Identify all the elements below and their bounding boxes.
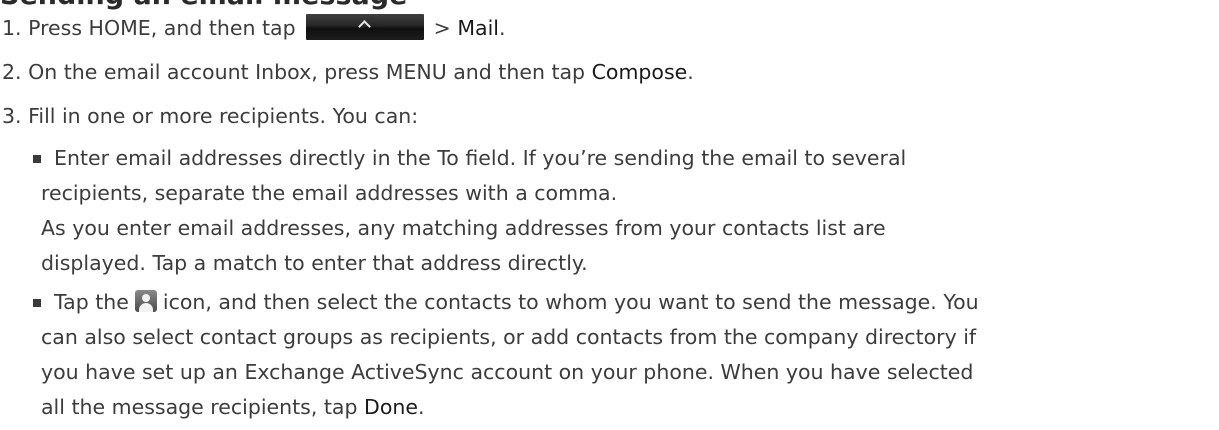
step-1-period: .: [498, 16, 506, 40]
bullet-1-line-3: As you enter email addresses, any matchi…: [41, 216, 886, 240]
bullet-1-line-1: Enter email addresses directly in the To…: [54, 146, 907, 170]
chevron-up-icon: [357, 20, 371, 33]
page-heading: Sending an email message: [0, 0, 407, 12]
step-1-target-mail: Mail: [457, 16, 499, 40]
bullet-marker: [33, 299, 41, 307]
all-apps-tab-button: [305, 14, 424, 40]
bullet-1-line-4: displayed. Tap a match to enter that add…: [41, 251, 588, 275]
step-2-period: .: [687, 60, 694, 84]
step-2: 2. On the email account Inbox, press MEN…: [2, 57, 694, 87]
bullet-2-line-4-text: all the message recipients, tap: [41, 395, 365, 419]
step-2-text: 2. On the email account Inbox, press MEN…: [2, 60, 592, 84]
bullet-2-line-1-before: Tap the: [54, 290, 129, 314]
contact-person-icon: [134, 290, 157, 312]
bullet-2-line-1-after: icon, and then select the contacts to wh…: [162, 290, 979, 314]
bullet-2-line-4: all the message recipients, tap Done.: [41, 392, 425, 422]
step-2-target-compose: Compose: [591, 60, 688, 84]
step-1-text: 1. Press HOME, and then tap: [2, 16, 296, 40]
step-3: 3. Fill in one or more recipients. You c…: [2, 101, 418, 131]
bullet-2-line-2: can also select contact groups as recipi…: [41, 325, 977, 349]
bullet-2-target-done: Done: [364, 395, 418, 419]
bullet-2-line-4-period: .: [417, 395, 425, 419]
bullet-2-line-3: you have set up an Exchange ActiveSync a…: [41, 360, 974, 384]
bullet-2-line-1: Tap the icon, and then select the contact…: [54, 287, 979, 317]
step-1-arrow: >: [433, 16, 458, 40]
step-3-text: 3. Fill in one or more recipients. You c…: [2, 104, 419, 128]
bullet-1-line-2: recipients, separate the email addresses…: [41, 181, 618, 205]
step-1: 1. Press HOME, and then tap > Mail.: [2, 13, 506, 43]
bullet-marker: [33, 155, 41, 163]
